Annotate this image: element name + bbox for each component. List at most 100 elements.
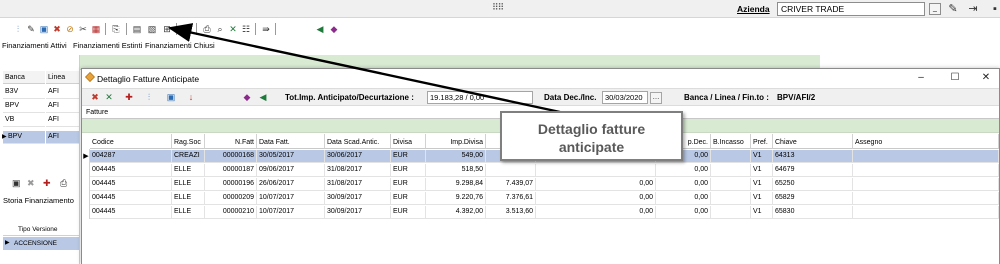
table-cell[interactable]: 00000209	[205, 192, 257, 205]
table-cell[interactable]: V1	[751, 192, 773, 205]
close-button[interactable]: ✕	[979, 71, 993, 85]
table-cell[interactable]: 0,00	[656, 178, 711, 191]
table-cell[interactable]: 004445	[90, 164, 172, 177]
table-cell[interactable]	[711, 178, 751, 191]
date-picker-button[interactable]: …	[650, 92, 662, 104]
selected-table-cell[interactable]: 64313	[773, 150, 853, 163]
table-cell[interactable]: 00000196	[205, 178, 257, 191]
tab-finanziamenti-chiusi[interactable]: Finanziamenti Chiusi	[145, 41, 215, 50]
pencil-icon[interactable]: ✎	[25, 22, 37, 36]
table-cell[interactable]	[536, 164, 656, 177]
table-cell[interactable]: 7.376,61	[486, 192, 536, 205]
table-cell[interactable]	[711, 206, 751, 219]
back-icon[interactable]: ◀	[256, 91, 270, 104]
table-cell[interactable]: 10/07/2017	[257, 206, 325, 219]
azienda-label[interactable]: Azienda	[737, 4, 770, 14]
table-cell[interactable]: 64679	[773, 164, 853, 177]
table-cell[interactable]: V1	[751, 164, 773, 177]
table-cell[interactable]	[711, 192, 751, 205]
delete-record-icon[interactable]: ✖	[51, 22, 63, 36]
column-header-imp-divisa[interactable]: Imp.Divisa	[426, 134, 486, 149]
table-cell[interactable]: 0,00	[536, 192, 656, 205]
table-cell[interactable]: 00000187	[205, 164, 257, 177]
table-cell[interactable]: 3.513,60	[486, 206, 536, 219]
left-grid-cell[interactable]: B3V	[3, 86, 45, 99]
tot-imp-field[interactable]: 19.183,28 / 0,00	[427, 91, 533, 104]
detail-icon[interactable]: ▧	[146, 22, 158, 36]
table-cell[interactable]: ELLE	[172, 206, 205, 219]
cancel-icon[interactable]: ⊘	[64, 22, 76, 36]
table-cell[interactable]: 0,00	[656, 164, 711, 177]
minimize-button[interactable]: –	[914, 71, 928, 85]
left-grid-cell[interactable]: AFI	[46, 86, 79, 99]
edit-record-icon[interactable]: ▣	[12, 178, 21, 189]
column-header-assegno[interactable]: Assegno	[853, 134, 999, 149]
table-cell[interactable]: ELLE	[172, 192, 205, 205]
table-cell[interactable]: 30/09/2017	[325, 206, 391, 219]
selected-table-cell[interactable]: 30/05/2017	[257, 150, 325, 163]
remove-icon[interactable]: ▦	[90, 22, 102, 36]
selected-table-cell[interactable]: 00000168	[205, 150, 257, 163]
column-header-nfatt[interactable]: N.Fatt	[205, 134, 257, 149]
document-icon[interactable]: ▤	[131, 22, 143, 36]
left-grid-header-linea[interactable]: Linea	[46, 71, 79, 84]
column-header-codice[interactable]: Codice	[90, 134, 172, 149]
erase-icon[interactable]: ◆	[328, 22, 340, 36]
split-icon[interactable]: ⫶	[142, 91, 156, 104]
table-cell[interactable]: 004445	[90, 206, 172, 219]
table-cell[interactable]: 26/06/2017	[257, 178, 325, 191]
storia-finanziamento-label[interactable]: Storia Finanziamento	[3, 196, 74, 205]
more-icon[interactable]: ▪	[988, 2, 1000, 16]
banca-linea-value[interactable]: BPV/AFI/2	[777, 93, 815, 102]
table-cell[interactable]: EUR	[391, 164, 426, 177]
column-header-chiave[interactable]: Chiave	[773, 134, 853, 149]
tipo-versione-row[interactable]: ACCENSIONE	[3, 237, 79, 250]
selected-table-cell[interactable]: V1	[751, 150, 773, 163]
table-cell[interactable]	[711, 164, 751, 177]
copy-icon[interactable]: ⎘	[110, 22, 122, 36]
report-icon[interactable]: ☷	[240, 22, 252, 36]
column-header-divisa[interactable]: Divisa	[391, 134, 426, 149]
table-cell[interactable]: 518,50	[426, 164, 486, 177]
left-grid-cell[interactable]: AFI	[46, 100, 79, 113]
table-cell[interactable]: 0,00	[656, 192, 711, 205]
selected-table-cell[interactable]: CREAZI	[172, 150, 205, 163]
table-cell[interactable]: 004445	[90, 178, 172, 191]
table-cell[interactable]: 0,00	[536, 178, 656, 191]
edit-icon[interactable]: ✎	[946, 2, 960, 16]
table-cell[interactable]: 65830	[773, 206, 853, 219]
table-cell[interactable]: 004445	[90, 192, 172, 205]
table-cell[interactable]: 30/09/2017	[325, 192, 391, 205]
table-cell[interactable]: ELLE	[172, 178, 205, 191]
table-cell[interactable]: 31/08/2017	[325, 178, 391, 191]
table-cell[interactable]: 0,00	[656, 206, 711, 219]
table-cell[interactable]: 9.298,84	[426, 178, 486, 191]
table-cell[interactable]: EUR	[391, 192, 426, 205]
excel-icon[interactable]: ✕	[227, 22, 239, 36]
table-cell[interactable]: EUR	[391, 178, 426, 191]
table-cell[interactable]: 00000210	[205, 206, 257, 219]
table-icon[interactable]: ⊞	[161, 22, 173, 36]
selected-table-cell[interactable]	[853, 150, 999, 163]
down-arrow-icon[interactable]: ↓	[184, 91, 198, 104]
insert-icon[interactable]: ✚	[122, 91, 136, 104]
table-cell[interactable]: 7.439,07	[486, 178, 536, 191]
export-icon[interactable]: ⇛	[260, 22, 272, 36]
table-cell[interactable]: 0,00	[536, 206, 656, 219]
exit-icon[interactable]: ⇥	[966, 2, 980, 16]
back-icon[interactable]: ◀	[314, 22, 326, 36]
edit-record-icon[interactable]: ▣	[38, 22, 50, 36]
table-cell[interactable]: 4.392,00	[426, 206, 486, 219]
table-cell[interactable]: 09/06/2017	[257, 164, 325, 177]
table-cell[interactable]: 9.220,76	[426, 192, 486, 205]
table-cell[interactable]: EUR	[391, 206, 426, 219]
table-cell[interactable]: V1	[751, 206, 773, 219]
table-cell[interactable]	[853, 192, 999, 205]
selected-table-cell[interactable]: 549,00	[426, 150, 486, 163]
selected-table-cell[interactable]: 004287	[90, 150, 172, 163]
insert-icon[interactable]: ✚	[43, 178, 51, 189]
selected-table-cell[interactable]: 30/06/2017	[325, 150, 391, 163]
column-header-pref[interactable]: Pref.	[751, 134, 773, 149]
column-header-inc[interactable]: B.Incasso	[711, 134, 751, 149]
list-icon[interactable]: ☰	[181, 22, 193, 36]
